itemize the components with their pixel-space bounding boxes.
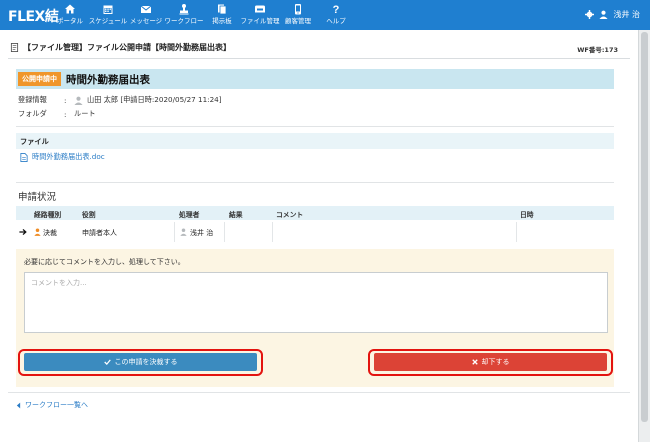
status-table-header: 経路種別 役割 処理者 結果 コメント 日時 bbox=[16, 206, 614, 220]
nav-label: スケジュール bbox=[88, 17, 128, 25]
mail-icon bbox=[140, 5, 152, 13]
registration-label: 登録情報 bbox=[18, 95, 47, 104]
approve-button-label: この申請を決裁する bbox=[114, 358, 178, 366]
column-header-role: 役割 bbox=[82, 211, 96, 219]
route-cell: 決裁 bbox=[43, 229, 57, 237]
file-name[interactable]: 時間外勤務届出表.doc bbox=[32, 152, 105, 162]
divider bbox=[8, 58, 630, 59]
nav-label: メッセージ bbox=[129, 17, 163, 25]
file-section-header: ファイル bbox=[16, 133, 614, 149]
registration-value: 山田 太郎 [申請日時:2020/05/27 11:24] bbox=[87, 95, 222, 104]
status-section-title: 申請状況 bbox=[18, 192, 57, 203]
action-panel: 必要に応じてコメントを入力し、処理して下さい。 コメントを入力... この申請を… bbox=[16, 249, 614, 387]
nav-label: ヘルプ bbox=[326, 17, 346, 25]
gear-icon[interactable] bbox=[585, 10, 595, 19]
wf-number: WF番号:173 bbox=[577, 46, 618, 54]
divider bbox=[16, 126, 614, 127]
status-badge: 公開申請中 bbox=[18, 72, 61, 86]
nav-label: ファイル管理 bbox=[240, 17, 280, 25]
handler-cell: 浅井 治 bbox=[190, 229, 214, 237]
action-prompt: 必要に応じてコメントを入力し、処理して下さい。 bbox=[24, 258, 185, 266]
vertical-scrollbar[interactable] bbox=[638, 30, 650, 442]
phone-icon bbox=[295, 4, 301, 15]
close-icon bbox=[471, 359, 478, 365]
document-title-bar: 公開申請中 時間外勤務届出表 bbox=[16, 69, 614, 89]
nav-help[interactable]: ? ヘルプ bbox=[314, 3, 358, 25]
file-icon bbox=[20, 152, 28, 162]
user-icon bbox=[180, 228, 187, 236]
nav-label: ワークフロー bbox=[164, 17, 204, 25]
reject-button-label: 却下する bbox=[481, 358, 510, 366]
column-header-result: 結果 bbox=[229, 211, 243, 219]
colon: : bbox=[64, 95, 67, 105]
user-name: 浅井 治 bbox=[613, 10, 640, 19]
column-header-handler: 処理者 bbox=[179, 211, 200, 219]
caret-left-icon bbox=[16, 402, 21, 408]
home-icon bbox=[65, 4, 75, 14]
reject-button[interactable]: 却下する bbox=[374, 353, 607, 371]
registration-info: 登録情報 : 山田 太郎 [申請日時:2020/05/27 11:24] bbox=[18, 95, 222, 105]
folder-value: ルート bbox=[74, 109, 96, 118]
page-header: 【ファイル管理】ファイル公開申請【時間外勤務届出表】 bbox=[10, 42, 231, 53]
comment-input[interactable]: コメントを入力... bbox=[24, 272, 608, 333]
divider bbox=[174, 222, 175, 242]
arrow-right-icon bbox=[19, 228, 27, 236]
calendar-icon bbox=[103, 5, 113, 14]
nav-label: ポータル bbox=[57, 17, 83, 25]
divider bbox=[224, 222, 225, 242]
check-icon bbox=[103, 359, 111, 365]
folder-icon bbox=[255, 5, 265, 13]
divider bbox=[272, 222, 273, 242]
svg-text:?: ? bbox=[333, 4, 340, 15]
column-header-route: 経路種別 bbox=[34, 211, 62, 219]
file-link[interactable]: 時間外勤務届出表.doc bbox=[20, 152, 105, 162]
user-icon bbox=[34, 228, 41, 236]
back-link-label: ワークフロー一覧へ bbox=[25, 401, 88, 409]
divider bbox=[516, 222, 517, 242]
stamp-icon bbox=[179, 4, 189, 15]
divider bbox=[16, 182, 614, 183]
nav-label: 掲示板 bbox=[212, 17, 232, 25]
user-icon bbox=[74, 96, 83, 105]
folder-info: フォルダ : ルート bbox=[18, 109, 96, 119]
column-header-comment: コメント bbox=[276, 211, 304, 219]
help-icon: ? bbox=[333, 4, 340, 15]
table-row: 決裁 申請者本人 浅井 治 bbox=[16, 222, 614, 242]
page-title: 【ファイル管理】ファイル公開申請【時間外勤務届出表】 bbox=[23, 43, 231, 52]
document-icon bbox=[10, 43, 19, 52]
colon: : bbox=[64, 109, 67, 119]
folder-label: フォルダ bbox=[18, 109, 47, 118]
role-cell: 申請者本人 bbox=[82, 229, 117, 237]
scrollbar-thumb[interactable] bbox=[641, 32, 648, 422]
top-navbar: FLEX結 ポータル スケジュール メッセージ ワークフロー 掲示板 ファイル管… bbox=[0, 0, 650, 30]
user-menu[interactable]: 浅井 治 bbox=[585, 9, 640, 20]
nav-label: 顧客管理 bbox=[285, 17, 311, 25]
column-header-datetime: 日時 bbox=[520, 211, 534, 219]
document-title: 時間外勤務届出表 bbox=[66, 73, 150, 86]
back-to-workflow-link[interactable]: ワークフロー一覧へ bbox=[16, 400, 88, 410]
main-content: 【ファイル管理】ファイル公開申請【時間外勤務届出表】 WF番号:173 公開申請… bbox=[0, 30, 638, 442]
divider bbox=[8, 392, 630, 393]
approve-button[interactable]: この申請を決裁する bbox=[24, 353, 257, 371]
board-icon bbox=[218, 4, 227, 15]
user-icon bbox=[599, 10, 609, 19]
